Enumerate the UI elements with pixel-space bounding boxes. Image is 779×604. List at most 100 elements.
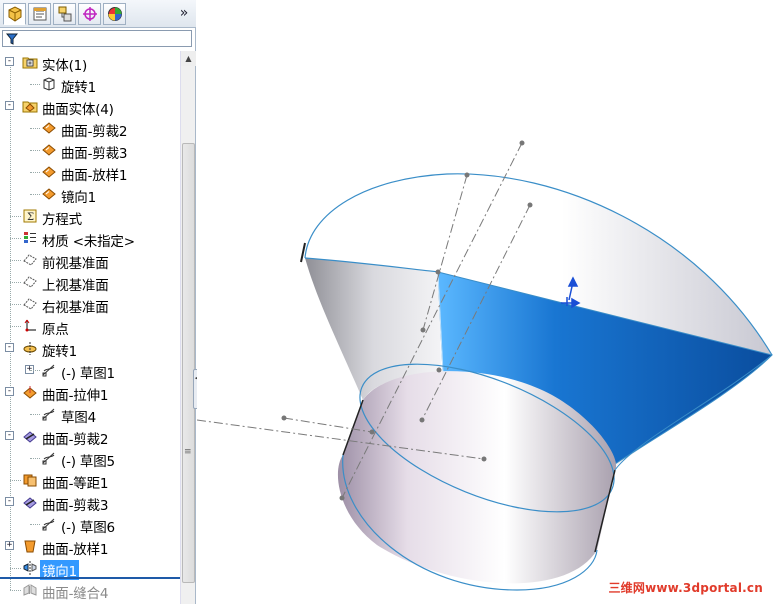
collapse-button[interactable]: - xyxy=(5,431,14,440)
tab-configuration-manager[interactable] xyxy=(53,3,76,25)
tree-item-label: 旋转1 xyxy=(42,344,77,360)
feature-tree: - 实体(1) 旋转1- 曲面实体(4) 曲面-剪裁2 曲面-剪裁3 曲面-放样1 镜向1 Σ 方… xyxy=(0,51,180,604)
collapse-button[interactable]: - xyxy=(5,57,14,66)
expand-button[interactable]: + xyxy=(5,541,14,550)
tree-connector xyxy=(10,590,21,591)
tree-item[interactable]: 镜向1 xyxy=(0,557,180,580)
tree-item[interactable]: 右视基准面 xyxy=(0,293,180,316)
tree-item-label: 方程式 xyxy=(42,212,82,228)
surface-body-icon xyxy=(41,186,57,202)
tree-item[interactable]: (-) 草图5 xyxy=(0,447,180,470)
tab-dimxpert-manager[interactable] xyxy=(78,3,101,25)
tree-item[interactable]: 曲面-缝合4 xyxy=(0,579,180,602)
tree-connector xyxy=(10,260,21,261)
graphics-viewport[interactable]: 三维网www.3dportal.cn xyxy=(197,0,779,604)
tree-connector xyxy=(30,172,40,173)
tree-connector xyxy=(30,194,40,195)
tab-feature-manager[interactable] xyxy=(3,3,26,25)
surface-trim-icon xyxy=(22,428,38,444)
tree-connector xyxy=(30,524,40,525)
tree-connector xyxy=(30,128,40,129)
tree-item[interactable]: 曲面-等距1 xyxy=(0,469,180,492)
surface-loft-icon xyxy=(22,538,38,554)
feature-manager-icon xyxy=(8,6,21,22)
tree-scrollbar[interactable]: ▲ ≡ xyxy=(180,51,196,604)
tree-item[interactable]: 草图4 xyxy=(0,403,180,426)
sketch-icon xyxy=(41,362,57,378)
tree-item[interactable]: 曲面-剪裁3 xyxy=(0,139,180,162)
surface-bodies-folder-icon xyxy=(22,98,38,114)
tree-connector xyxy=(10,216,21,217)
scroll-up-button[interactable]: ▲ xyxy=(181,51,196,66)
collapse-button[interactable]: - xyxy=(5,497,14,506)
tree-item-label: 曲面-缝合4 xyxy=(42,586,109,602)
collapse-button[interactable]: - xyxy=(5,101,14,110)
tree-item-label: 曲面-拉伸1 xyxy=(42,388,109,404)
property-manager-icon xyxy=(33,7,46,21)
tree-item-label: 草图4 xyxy=(61,410,96,426)
watermark-text: 三维网www.3dportal.cn xyxy=(608,581,763,595)
tree-item-label: 实体(1) xyxy=(42,58,88,74)
equations-folder-icon: Σ xyxy=(22,208,38,224)
svg-text:Σ: Σ xyxy=(27,212,34,223)
feature-filter-input[interactable] xyxy=(2,30,192,47)
sketch-icon xyxy=(41,406,57,422)
collapse-button[interactable]: - xyxy=(5,387,14,396)
tree-item-label: 曲面-放样1 xyxy=(61,168,128,184)
material-icon xyxy=(22,230,38,246)
tree-connector xyxy=(30,458,40,459)
tree-item[interactable]: 曲面-剪裁2 xyxy=(0,117,180,140)
collapse-button[interactable]: - xyxy=(5,343,14,352)
tree-item-label: 曲面-放样1 xyxy=(42,542,109,558)
tree-item[interactable]: (-) 草图6 xyxy=(0,513,180,536)
tab-property-manager[interactable] xyxy=(28,3,51,25)
model-view[interactable] xyxy=(197,0,779,604)
tree-connector xyxy=(10,238,21,239)
tree-item[interactable]: 旋转1 xyxy=(0,73,180,96)
tree-item[interactable]: 镜向1 xyxy=(0,183,180,206)
plane-icon xyxy=(22,252,38,268)
tree-item[interactable]: 原点 xyxy=(0,315,180,338)
tree-item[interactable]: 前视基准面 xyxy=(0,249,180,272)
mirror-icon xyxy=(22,560,38,576)
tree-connector xyxy=(30,414,40,415)
tree-connector xyxy=(30,84,40,85)
surface-extrude-icon xyxy=(22,384,38,400)
tree-item-label: (-) 草图1 xyxy=(61,366,115,382)
revolve-icon xyxy=(22,340,38,356)
tree-item-label: (-) 草图5 xyxy=(61,454,115,470)
tree-item-label: 镜向1 xyxy=(61,190,96,206)
tree-item-label: 曲面-等距1 xyxy=(42,476,109,492)
tree-item[interactable]: 曲面-放样1 xyxy=(0,161,180,184)
filter-icon xyxy=(6,33,18,45)
tree-item[interactable]: + 曲面-放样1 xyxy=(0,535,180,558)
tree-item-label: 原点 xyxy=(42,322,69,338)
tree-item[interactable]: - 实体(1) xyxy=(0,51,180,74)
tree-item[interactable]: 上视基准面 xyxy=(0,271,180,294)
tree-item[interactable]: + (-) 草图1 xyxy=(0,359,180,382)
origin-icon xyxy=(22,318,38,334)
sketch-icon xyxy=(41,516,57,532)
rollback-bar[interactable] xyxy=(0,577,180,579)
tree-item[interactable]: - 曲面实体(4) xyxy=(0,95,180,118)
surface-knit-icon xyxy=(22,582,38,598)
scroll-thumb[interactable] xyxy=(182,143,195,583)
manager-tab-bar: » xyxy=(0,0,196,28)
tree-item[interactable]: - 曲面-拉伸1 xyxy=(0,381,180,404)
tree-item-label: 材质 <未指定> xyxy=(42,234,135,250)
surface-body-icon xyxy=(41,120,57,136)
tree-item[interactable]: Σ 方程式 xyxy=(0,205,180,228)
tree-item-label: 右视基准面 xyxy=(42,300,109,316)
more-tabs-button[interactable]: » xyxy=(176,5,192,21)
tree-item[interactable]: - 曲面-剪裁2 xyxy=(0,425,180,448)
tree-connector xyxy=(10,304,21,305)
tree-item[interactable]: - 曲面-剪裁3 xyxy=(0,491,180,514)
tree-item[interactable]: - 旋转1 xyxy=(0,337,180,360)
tree-item-label: 曲面-剪裁2 xyxy=(42,432,109,448)
tab-display-manager[interactable] xyxy=(103,3,126,25)
tree-item-label: (-) 草图6 xyxy=(61,520,115,536)
tree-item-label: 上视基准面 xyxy=(42,278,109,294)
tree-item[interactable]: 材质 <未指定> xyxy=(0,227,180,250)
surface-body-icon xyxy=(41,142,57,158)
tree-connector xyxy=(10,568,21,569)
